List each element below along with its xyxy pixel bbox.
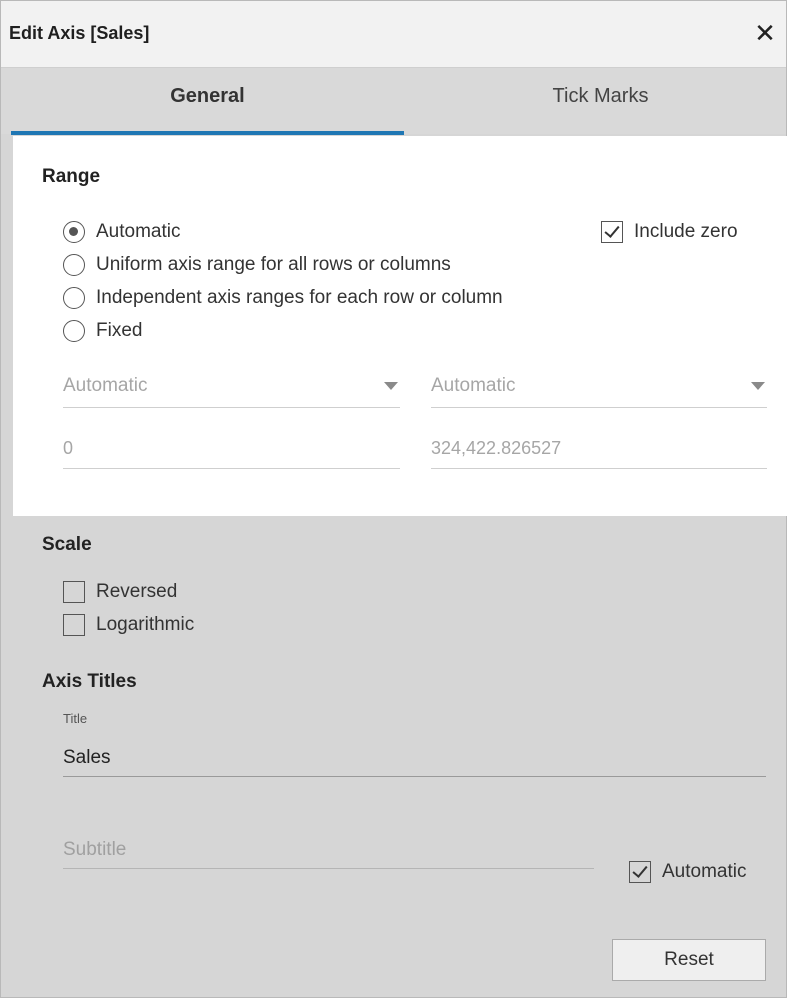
title-field-label: Title — [63, 711, 88, 726]
radio-button[interactable] — [63, 254, 85, 276]
range-end-dropdown-value: Automatic — [431, 375, 516, 396]
radio-button[interactable] — [63, 320, 85, 342]
scale-heading: Scale — [42, 534, 92, 555]
range-start-input[interactable]: 0 — [63, 429, 400, 469]
checkbox-checked[interactable] — [601, 221, 623, 243]
axis-title-input[interactable]: Sales — [63, 739, 766, 777]
range-start-dropdown-value: Automatic — [63, 375, 148, 396]
radio-automatic-label: Automatic — [96, 221, 181, 242]
chevron-down-icon — [384, 382, 398, 390]
checkbox-checked[interactable] — [629, 861, 651, 883]
checkbox[interactable] — [63, 581, 85, 603]
reversed-checkbox[interactable]: Reversed — [63, 577, 177, 607]
radio-independent-label: Independent axis ranges for each row or … — [96, 287, 503, 308]
subtitle-automatic-checkbox[interactable]: Automatic — [629, 857, 746, 887]
reset-button[interactable]: Reset — [612, 939, 766, 981]
include-zero-label: Include zero — [634, 221, 738, 242]
title-bar: Edit Axis [Sales] ✕ — [1, 1, 786, 68]
radio-button[interactable] — [63, 287, 85, 309]
dialog-title: Edit Axis [Sales] — [9, 23, 150, 43]
radio-automatic[interactable]: Automatic — [63, 217, 180, 247]
range-start-dropdown[interactable]: Automatic — [63, 364, 400, 408]
checkbox[interactable] — [63, 614, 85, 636]
radio-uniform-label: Uniform axis range for all rows or colum… — [96, 254, 451, 275]
range-heading: Range — [42, 166, 101, 187]
range-end-dropdown[interactable]: Automatic — [431, 364, 767, 408]
active-tab-indicator — [11, 131, 404, 135]
tab-general[interactable]: General — [11, 68, 404, 134]
include-zero-checkbox[interactable]: Include zero — [601, 217, 738, 247]
close-icon[interactable]: ✕ — [750, 17, 780, 49]
automatic-label: Automatic — [662, 861, 747, 882]
chevron-down-icon — [751, 382, 765, 390]
range-end-input[interactable]: 324,422.826527 — [431, 429, 767, 469]
reversed-label: Reversed — [96, 581, 178, 602]
tab-tick-marks[interactable]: Tick Marks — [404, 68, 787, 134]
tab-bar: General Tick Marks — [1, 68, 787, 135]
axis-titles-heading: Axis Titles — [42, 671, 137, 692]
axis-subtitle-input[interactable]: Subtitle — [63, 831, 594, 869]
radio-independent-range[interactable]: Independent axis ranges for each row or … — [63, 283, 503, 313]
logarithmic-checkbox[interactable]: Logarithmic — [63, 610, 194, 640]
range-panel: Range Automatic Uniform axis range for a… — [13, 136, 787, 516]
logarithmic-label: Logarithmic — [96, 614, 195, 635]
radio-fixed[interactable]: Fixed — [63, 316, 142, 346]
radio-uniform-range[interactable]: Uniform axis range for all rows or colum… — [63, 250, 451, 280]
radio-fixed-label: Fixed — [96, 320, 143, 341]
edit-axis-dialog: Edit Axis [Sales] ✕ General Tick Marks R… — [0, 0, 787, 998]
radio-button-selected[interactable] — [63, 221, 85, 243]
